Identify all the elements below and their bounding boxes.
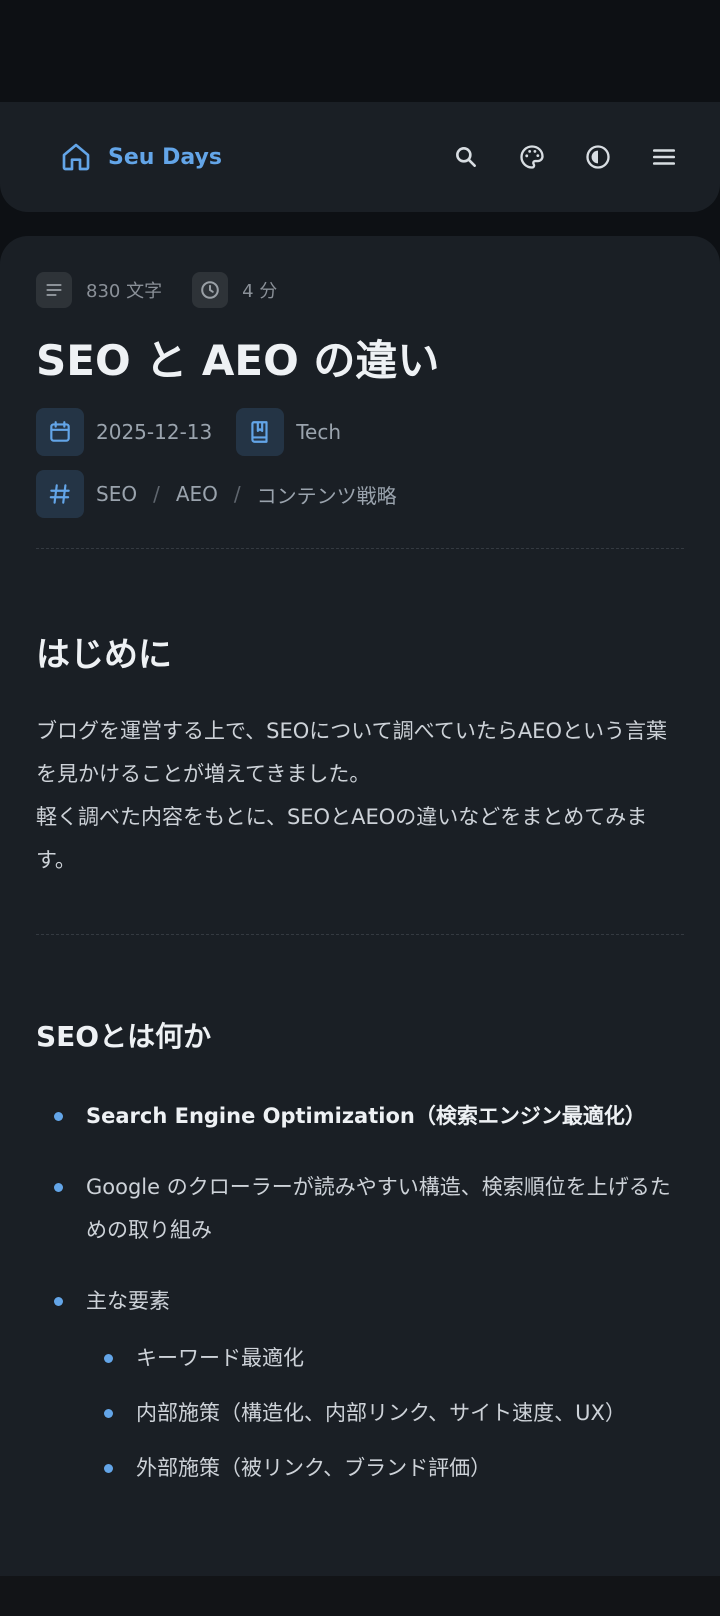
sub-list-item: 外部施策（被リンク、ブランド評価） [86, 1447, 684, 1490]
list-item: 主な要素 キーワード最適化 内部施策（構造化、内部リンク、サイト速度、UX） 外… [36, 1280, 684, 1490]
home-link[interactable]: Seu Days [60, 141, 222, 173]
intro-heading: はじめに [36, 635, 172, 676]
dark-mode-toggle[interactable] [582, 141, 614, 173]
tag-separator: / [233, 482, 241, 507]
read-time: 4 分 [192, 272, 277, 308]
hashtag-icon [36, 470, 84, 519]
post-category[interactable]: Tech [236, 408, 342, 457]
list-item: Search Engine Optimization（検索エンジン最適化） [36, 1095, 684, 1138]
book-icon [236, 408, 285, 457]
site-title: Seu Days [108, 144, 222, 170]
article-card: 830 文字 4 分 SEO と AEO の違い 2025-12-13 Tech… [0, 236, 720, 1576]
header-divider [36, 548, 684, 550]
tag-link[interactable]: コンテンツ戦略 [257, 480, 397, 509]
post-category-label: Tech [296, 420, 342, 445]
word-count-label: 830 文字 [86, 281, 163, 302]
post-tags: SEO / AEO / コンテンツ戦略 [36, 470, 684, 519]
seo-heading: SEOとは何か [36, 1020, 212, 1054]
home-icon [60, 141, 92, 173]
text-lines-icon [36, 272, 72, 308]
section-divider [36, 934, 684, 936]
post-meta: 2025-12-13 Tech [36, 408, 684, 457]
search-button[interactable] [450, 141, 482, 173]
list-item-label: 主な要素 [86, 1289, 170, 1314]
word-count: 830 文字 [36, 272, 162, 308]
palette-icon [518, 143, 546, 171]
seo-list: Search Engine Optimization（検索エンジン最適化） Go… [36, 1095, 684, 1490]
search-icon [453, 144, 479, 170]
tag-link[interactable]: SEO [96, 482, 137, 506]
post-date: 2025-12-13 [36, 408, 213, 457]
theme-color-button[interactable] [516, 141, 548, 173]
sub-list: キーワード最適化 内部施策（構造化、内部リンク、サイト速度、UX） 外部施策（被… [86, 1337, 684, 1490]
tag-link[interactable]: AEO [176, 482, 218, 506]
sub-list-item: 内部施策（構造化、内部リンク、サイト速度、UX） [86, 1392, 684, 1435]
sub-list-item: キーワード最適化 [86, 1337, 684, 1380]
list-item: Google のクローラーが読みやすい構造、検索順位を上げるための取り組み [36, 1166, 684, 1252]
post-title: SEO と AEO の違い [36, 336, 440, 385]
calendar-icon [36, 408, 84, 457]
post-stats: 830 文字 4 分 [36, 272, 684, 308]
menu-button[interactable] [648, 141, 680, 173]
intro-paragraph-line: ブログを運営する上で、SEOについて調べていたらAEOという言葉を見かけることが… [36, 719, 667, 787]
read-time-label: 4 分 [242, 281, 278, 302]
clock-icon [192, 272, 229, 308]
top-navigation-bar: Seu Days [0, 102, 720, 212]
contrast-icon [584, 143, 612, 171]
bottom-bar [0, 1576, 720, 1616]
menu-icon [651, 144, 677, 170]
intro-paragraph-line: 軽く調べた内容をもとに、SEOとAEOの違いなどをまとめてみます。 [36, 805, 648, 873]
intro-paragraph: ブログを運営する上で、SEOについて調べていたらAEOという言葉を見かけることが… [36, 710, 686, 882]
post-date-label: 2025-12-13 [96, 420, 213, 445]
tag-separator: / [153, 482, 160, 507]
